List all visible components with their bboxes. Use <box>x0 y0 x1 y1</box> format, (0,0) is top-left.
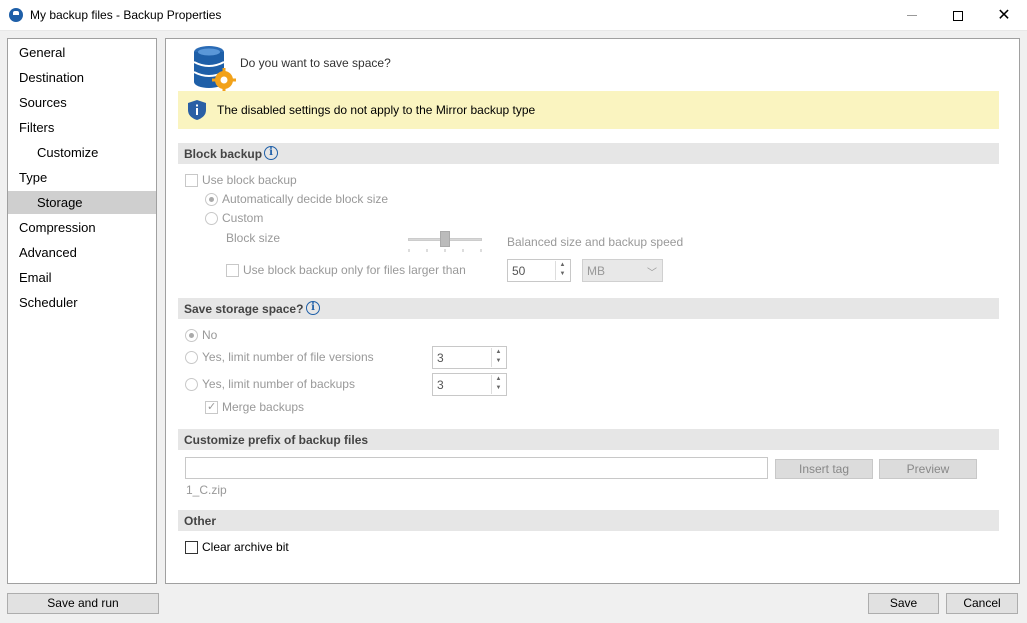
prefix-example: 1_C.zip <box>186 483 227 497</box>
close-icon: ✕ <box>997 6 1011 24</box>
nav-item-general[interactable]: General <box>8 41 156 64</box>
checkbox-box <box>226 263 239 277</box>
up-arrow-icon[interactable]: ▲ <box>492 375 505 384</box>
section-other: Other <box>178 510 999 531</box>
prefix-input[interactable] <box>185 457 768 479</box>
maximize-icon <box>953 10 963 21</box>
checkbox-box <box>205 400 218 414</box>
section-title: Other <box>184 514 217 528</box>
window-title: My backup files - Backup Properties <box>30 8 222 22</box>
block-size-label: Block size <box>226 231 281 245</box>
radio-dot <box>185 350 198 364</box>
info-banner: The disabled settings do not apply to th… <box>178 91 999 129</box>
nav-item-destination[interactable]: Destination <box>8 66 156 89</box>
save-and-run-button[interactable]: Save and run <box>7 593 159 614</box>
storage-panel: Do you want to save space? The disabled … <box>165 38 1020 584</box>
checkbox-box <box>185 540 198 554</box>
limit-versions-radio[interactable]: Yes, limit number of file versions <box>185 350 374 364</box>
slider-thumb[interactable] <box>440 231 450 247</box>
maximize-button[interactable] <box>935 0 981 31</box>
down-arrow-icon[interactable]: ▼ <box>492 357 505 366</box>
nav-item-scheduler[interactable]: Scheduler <box>8 291 156 314</box>
checkbox-box <box>185 173 198 187</box>
stepper-value: 3 <box>437 351 444 365</box>
file-size-stepper[interactable]: 50 ▲ ▼ <box>507 259 571 282</box>
up-arrow-icon[interactable]: ▲ <box>492 348 505 357</box>
section-title: Block backup <box>184 147 263 161</box>
minimize-icon <box>907 15 917 16</box>
clear-archive-checkbox[interactable]: Clear archive bit <box>185 540 289 554</box>
radio-label: Yes, limit number of file versions <box>202 350 374 364</box>
nav-item-storage[interactable]: Storage <box>8 191 156 214</box>
stepper-arrows[interactable]: ▲ ▼ <box>555 261 569 280</box>
stepper-arrows[interactable]: ▲ ▼ <box>491 375 505 394</box>
nav-item-email[interactable]: Email <box>8 266 156 289</box>
radio-dot <box>185 328 198 342</box>
title-bar: My backup files - Backup Properties ✕ <box>0 0 1027 31</box>
nav-item-type[interactable]: Type <box>8 166 156 189</box>
radio-label: Custom <box>222 211 264 225</box>
down-arrow-icon[interactable]: ▼ <box>556 270 569 279</box>
backups-stepper[interactable]: 3 ▲ ▼ <box>432 373 507 396</box>
page-question: Do you want to save space? <box>240 56 391 70</box>
slider-ticks <box>408 249 482 252</box>
radio-label: Automatically decide block size <box>222 192 389 206</box>
merge-backups-checkbox[interactable]: Merge backups <box>205 400 304 414</box>
insert-tag-button[interactable]: Insert tag <box>775 459 873 479</box>
stepper-value: 50 <box>512 264 526 278</box>
nav-item-customize[interactable]: Customize <box>8 141 156 164</box>
size-unit-select[interactable]: MB ﹀ <box>582 259 663 282</box>
storage-no-radio[interactable]: No <box>185 328 217 342</box>
info-text: The disabled settings do not apply to th… <box>217 103 536 117</box>
radio-dot <box>185 377 198 391</box>
section-title: Save storage space? <box>184 302 304 316</box>
app-icon <box>9 8 23 22</box>
larger-files-checkbox[interactable]: Use block backup only for files larger t… <box>226 263 466 277</box>
nav-item-advanced[interactable]: Advanced <box>8 241 156 264</box>
stepper-arrows[interactable]: ▲ ▼ <box>491 348 505 367</box>
minimize-button[interactable] <box>889 0 935 31</box>
checkbox-label: Use block backup only for files larger t… <box>243 263 466 277</box>
use-block-backup-checkbox[interactable]: Use block backup <box>185 173 297 187</box>
save-button[interactable]: Save <box>868 593 939 614</box>
radio-label: Yes, limit number of backups <box>202 377 355 391</box>
checkbox-label: Use block backup <box>202 173 297 187</box>
section-prefix: Customize prefix of backup files <box>178 429 999 450</box>
chevron-down-icon: ﹀ <box>647 268 657 279</box>
versions-stepper[interactable]: 3 ▲ ▼ <box>432 346 507 369</box>
database-gear-icon <box>193 46 236 91</box>
limit-backups-radio[interactable]: Yes, limit number of backups <box>185 377 355 391</box>
settings-nav: General Destination Sources Filters Cust… <box>7 38 157 584</box>
radio-label: No <box>202 328 218 342</box>
section-title: Customize prefix of backup files <box>184 433 369 447</box>
nav-item-sources[interactable]: Sources <box>8 91 156 114</box>
speed-label: Balanced size and backup speed <box>507 235 684 249</box>
nav-item-compression[interactable]: Compression <box>8 216 156 239</box>
stepper-value: 3 <box>437 378 444 392</box>
checkbox-label: Merge backups <box>222 400 305 414</box>
up-arrow-icon[interactable]: ▲ <box>556 261 569 270</box>
auto-block-size-radio[interactable]: Automatically decide block size <box>205 192 388 206</box>
shield-info-icon <box>188 100 206 120</box>
radio-dot <box>205 192 218 206</box>
custom-block-size-radio[interactable]: Custom <box>205 211 263 225</box>
close-button[interactable]: ✕ <box>981 0 1027 31</box>
select-value: MB <box>587 264 605 278</box>
nav-item-filters[interactable]: Filters <box>8 116 156 139</box>
info-icon[interactable]: i <box>264 146 278 160</box>
down-arrow-icon[interactable]: ▼ <box>492 384 505 393</box>
section-block-backup: Block backup i <box>178 143 999 164</box>
section-save-storage: Save storage space? i <box>178 298 999 319</box>
preview-button[interactable]: Preview <box>879 459 977 479</box>
radio-dot <box>205 211 218 225</box>
info-icon[interactable]: i <box>306 301 320 315</box>
checkbox-label: Clear archive bit <box>202 540 289 554</box>
cancel-button[interactable]: Cancel <box>946 593 1018 614</box>
